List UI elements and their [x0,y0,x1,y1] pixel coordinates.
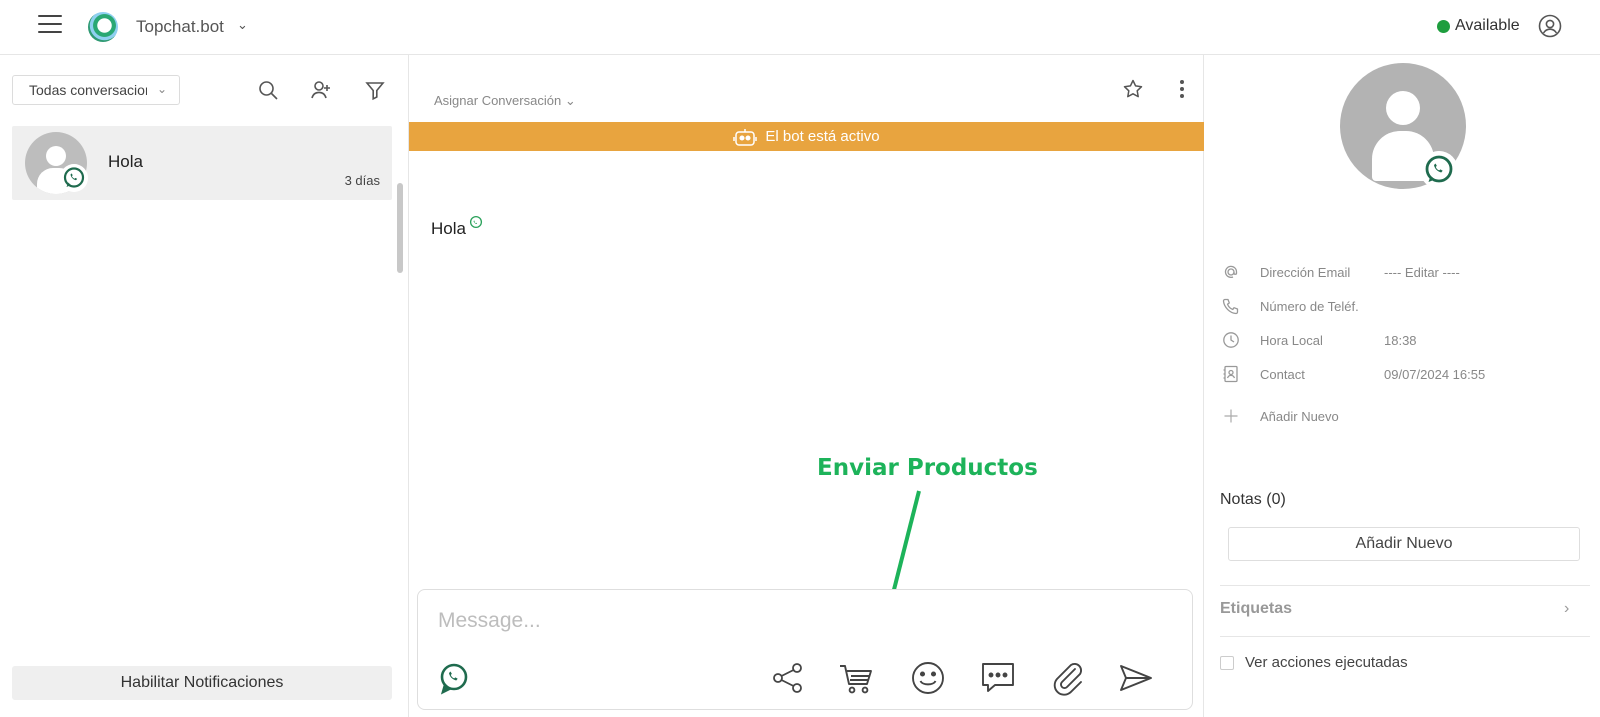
robot-icon [733,128,758,146]
assign-conversation-label: Asignar Conversación [434,93,562,108]
chevron-down-icon[interactable]: ⌄ [237,17,248,33]
conversation-list-item[interactable]: Hola 3 días [12,126,392,200]
divider [1220,585,1590,586]
chevron-right-icon[interactable]: › [1564,600,1569,618]
star-icon[interactable] [1122,78,1144,100]
paperclip-icon[interactable] [1050,660,1086,696]
share-icon[interactable] [770,660,806,696]
assign-conversation-dropdown[interactable]: Asignar Conversación ⌄ [434,93,576,109]
contact-card-icon [1223,365,1238,383]
workspace-name[interactable]: Topchat.bot [136,17,224,37]
top-bar: Topchat.bot ⌄ Available [0,0,1600,55]
field-label: Dirección Email [1260,265,1351,280]
send-products-annotation: Enviar Productos [817,455,1038,481]
add-field-label: Añadir Nuevo [1260,409,1339,424]
whatsapp-icon [1420,151,1458,189]
hamburger-menu-icon[interactable] [38,15,62,35]
whatsapp-icon [469,215,483,229]
field-label: Hora Local [1260,333,1323,348]
conversation-filter-select[interactable]: Todas conversaciones ⌄ [12,75,180,105]
enable-notifications-button[interactable]: Habilitar Notificaciones [12,666,392,700]
status-dot-icon [1437,20,1450,33]
more-options-icon[interactable] [1179,79,1185,99]
cart-icon[interactable] [838,660,874,696]
conversation-time: 3 días [344,173,380,188]
plus-icon [1224,409,1238,423]
message-text: Hola [431,219,466,238]
bot-active-banner: El bot está activo [409,122,1204,151]
field-value: 09/07/2024 16:55 [1384,367,1486,382]
emoji-icon[interactable] [910,660,946,696]
add-contact-icon[interactable] [310,79,332,101]
add-note-button[interactable]: Añadir Nuevo [1228,527,1580,561]
phone-icon [1222,298,1239,315]
topchat-logo [88,12,118,42]
search-icon[interactable] [257,79,279,101]
field-label: Número de Teléf. [1260,299,1359,314]
edit-email-link[interactable]: ---- Editar ---- [1384,265,1460,280]
show-executed-actions-label: Ver acciones ejecutadas [1245,654,1408,671]
chat-pane: Asignar Conversación ⌄ El bot está activ… [409,55,1204,717]
conversation-filter-label: Todas conversaciones [29,82,147,98]
at-icon [1224,265,1238,279]
whatsapp-icon [60,164,88,192]
message-input[interactable] [438,604,1138,638]
filter-icon[interactable] [364,79,386,101]
show-executed-actions-checkbox[interactable] [1220,656,1234,670]
notes-title: Notas (0) [1220,491,1286,508]
conversation-list-pane: Todas conversaciones ⌄ Hola 3 días Habil… [0,55,409,717]
conversation-name: Hola [108,152,143,171]
clock-icon [1223,332,1239,348]
whatsapp-icon[interactable] [436,660,472,696]
field-value: 18:38 [1384,333,1417,348]
send-icon[interactable] [1118,660,1154,696]
tags-section-header[interactable]: Etiquetas [1220,600,1292,618]
availability-status[interactable]: Available [1455,17,1520,35]
chevron-down-icon: ⌄ [156,82,167,96]
user-profile-icon[interactable] [1538,14,1562,38]
field-label: Contact [1260,367,1305,382]
bot-active-text: El bot está activo [765,128,880,145]
contact-details-pane: Dirección Email ---- Editar ---- Número … [1204,55,1600,717]
divider [1220,636,1590,637]
message-composer [417,589,1193,710]
scrollbar[interactable] [397,183,403,273]
chevron-down-icon: ⌄ [564,93,576,108]
chat-bubble-icon[interactable] [980,660,1016,696]
